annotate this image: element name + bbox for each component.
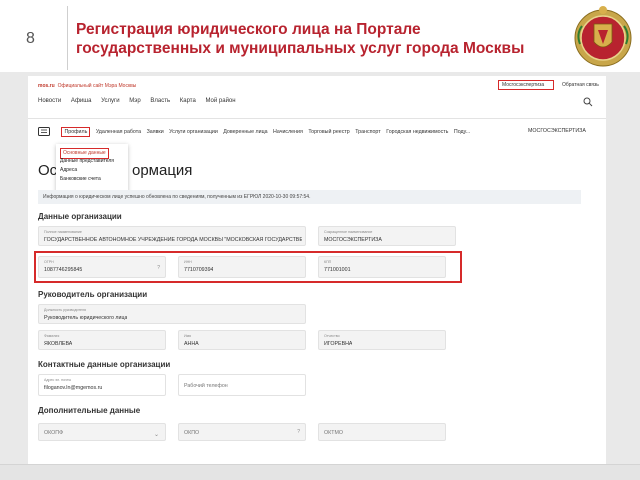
tab-trusted-persons[interactable]: Доверенные лица xyxy=(223,129,267,135)
header-divider xyxy=(67,6,68,70)
firstname-field: Имя АННА xyxy=(178,330,306,350)
tab-trade-registry[interactable]: Торговый реестр xyxy=(308,129,349,135)
emblem-icon xyxy=(574,6,632,67)
ogrn-label: ОГРН xyxy=(44,260,54,264)
portal-brand[interactable]: mos.ru Официальный сайт Мэра Москвы xyxy=(38,83,136,89)
dropdown-item-representative[interactable]: Данные представителя xyxy=(60,157,124,166)
main-nav: Новости Афиша Услуги Мэр Власть Карта Мо… xyxy=(38,98,244,104)
slide-number: 8 xyxy=(26,30,35,47)
tab-remote-work[interactable]: Удаленная работа xyxy=(96,129,141,135)
short-name-label: Сокращенное наименование xyxy=(324,230,373,234)
okopf-placeholder: ОКОПФ xyxy=(44,430,64,436)
slide-title: Регистрация юридического лица на Портале… xyxy=(76,21,525,57)
kpp-field: КПП 771001001 xyxy=(318,256,446,278)
firstname-value: АННА xyxy=(184,341,199,347)
full-name-field: Полное наименование ГОСУДАРСТВЕННОЕ АВТО… xyxy=(38,226,306,246)
section-org-data: Данные организации xyxy=(38,212,122,221)
full-name-value: ГОСУДАРСТВЕННОЕ АВТОНОМНОЕ УЧРЕЖДЕНИЕ ГО… xyxy=(44,237,302,243)
portal-screenshot: mos.ru Официальный сайт Мэра Москвы Мосго… xyxy=(28,76,606,464)
search-icon[interactable] xyxy=(583,97,593,107)
dropdown-item-addresses[interactable]: Адреса xyxy=(60,166,124,175)
kpp-label: КПП xyxy=(324,260,332,264)
tab-charges[interactable]: Начисления xyxy=(273,129,303,135)
nav-news[interactable]: Новости xyxy=(38,98,61,104)
inn-label: ИНН xyxy=(184,260,192,264)
nav-divider xyxy=(28,118,606,119)
okpo-placeholder: ОКПО xyxy=(184,430,200,436)
page-title-left: Ос xyxy=(38,162,58,179)
position-label: Должность руководителя xyxy=(44,308,86,312)
org-account-button[interactable]: Мосгосэкспертиза xyxy=(498,80,554,90)
nav-my-district[interactable]: Мой район xyxy=(205,98,235,104)
kpp-value: 771001001 xyxy=(324,267,351,273)
inn-field: ИНН 7710709394 xyxy=(178,256,306,278)
section-contacts: Контактные данные организации xyxy=(38,360,171,369)
oktmo-field: ОКТМО xyxy=(318,423,446,441)
chevron-down-icon: ⌄ xyxy=(153,432,159,438)
nav-services[interactable]: Услуги xyxy=(101,98,119,104)
feedback-link[interactable]: Обратная связь xyxy=(562,82,599,88)
tab-requests[interactable]: Заявки xyxy=(147,129,164,135)
inn-value: 7710709394 xyxy=(184,267,214,273)
middlename-field: Отчество ИГОРЕВНА xyxy=(318,330,446,350)
position-value: Руководитель юридического лица xyxy=(44,315,128,321)
email-field[interactable]: Адрес эл. почты filoganov.ln@mgemos.ru xyxy=(38,374,166,396)
footer-strip xyxy=(0,464,640,480)
lastname-field: Фамилия ЯКОВЛЕВА xyxy=(38,330,166,350)
section-head: Руководитель организации xyxy=(38,290,148,299)
site-name: mos.ru xyxy=(38,83,55,89)
nav-power[interactable]: Власть xyxy=(150,98,170,104)
work-phone-placeholder: Рабочий телефон xyxy=(184,383,228,389)
help-icon[interactable]: ? xyxy=(157,265,160,271)
middlename-label: Отчество xyxy=(324,334,340,338)
position-field: Должность руководителя Руководитель юрид… xyxy=(38,304,306,324)
tab-org-services[interactable]: Услуги организации xyxy=(169,129,218,135)
email-label: Адрес эл. почты xyxy=(44,378,72,382)
nav-afisha[interactable]: Афиша xyxy=(71,98,92,104)
site-description: Официальный сайт Мэра Москвы xyxy=(57,83,137,89)
full-name-label: Полное наименование xyxy=(44,230,82,234)
short-name-value: МОСГОСЭКСПЕРТИЗА xyxy=(324,237,382,243)
ogrn-value: 1087746295845 xyxy=(44,267,83,273)
portal-topbar: mos.ru Официальный сайт Мэра Москвы Мосго… xyxy=(28,76,606,94)
section-additional: Дополнительные данные xyxy=(38,406,141,415)
cabinet-org-name[interactable]: МОСГОСЭКСПЕРТИЗА xyxy=(528,128,586,134)
cabinet-icon[interactable] xyxy=(38,127,50,137)
lastname-label: Фамилия xyxy=(44,334,60,338)
ogrn-field: ОГРН 1087746295845 ? xyxy=(38,256,166,278)
nav-mayor[interactable]: Мэр xyxy=(129,98,140,104)
email-value: filoganov.ln@mgemos.ru xyxy=(44,385,103,391)
dropdown-item-bank-accounts[interactable]: Банковские счета xyxy=(60,175,124,184)
work-phone-field[interactable]: Рабочий телефон xyxy=(178,374,306,396)
okopf-select[interactable]: ОКОПФ ⌄ xyxy=(38,423,166,441)
tab-transport[interactable]: Транспорт xyxy=(355,129,380,135)
page-title-right: ормация xyxy=(132,162,193,179)
nav-map[interactable]: Карта xyxy=(180,98,196,104)
oktmo-placeholder: ОКТМО xyxy=(324,430,343,436)
cabinet-nav: Профиль Удаленная работа Заявки Услуги о… xyxy=(38,127,474,137)
tab-profile[interactable]: Профиль xyxy=(61,127,91,137)
lastname-value: ЯКОВЛЕВА xyxy=(44,341,73,347)
firstname-label: Имя xyxy=(184,334,191,338)
profile-dropdown: Основные данные Данные представителя Адр… xyxy=(56,144,128,192)
middlename-value: ИГОРЕВНА xyxy=(324,341,353,347)
info-banner: Информация о юридическом лице успешно об… xyxy=(38,190,581,204)
help-icon[interactable]: ? xyxy=(297,429,300,435)
tab-city-property[interactable]: Городская недвижимость xyxy=(386,129,448,135)
short-name-field: Сокращенное наименование МОСГОСЭКСПЕРТИЗ… xyxy=(318,226,456,246)
tab-more[interactable]: Поду... xyxy=(454,129,470,135)
okpo-field: ОКПО ? xyxy=(178,423,306,441)
